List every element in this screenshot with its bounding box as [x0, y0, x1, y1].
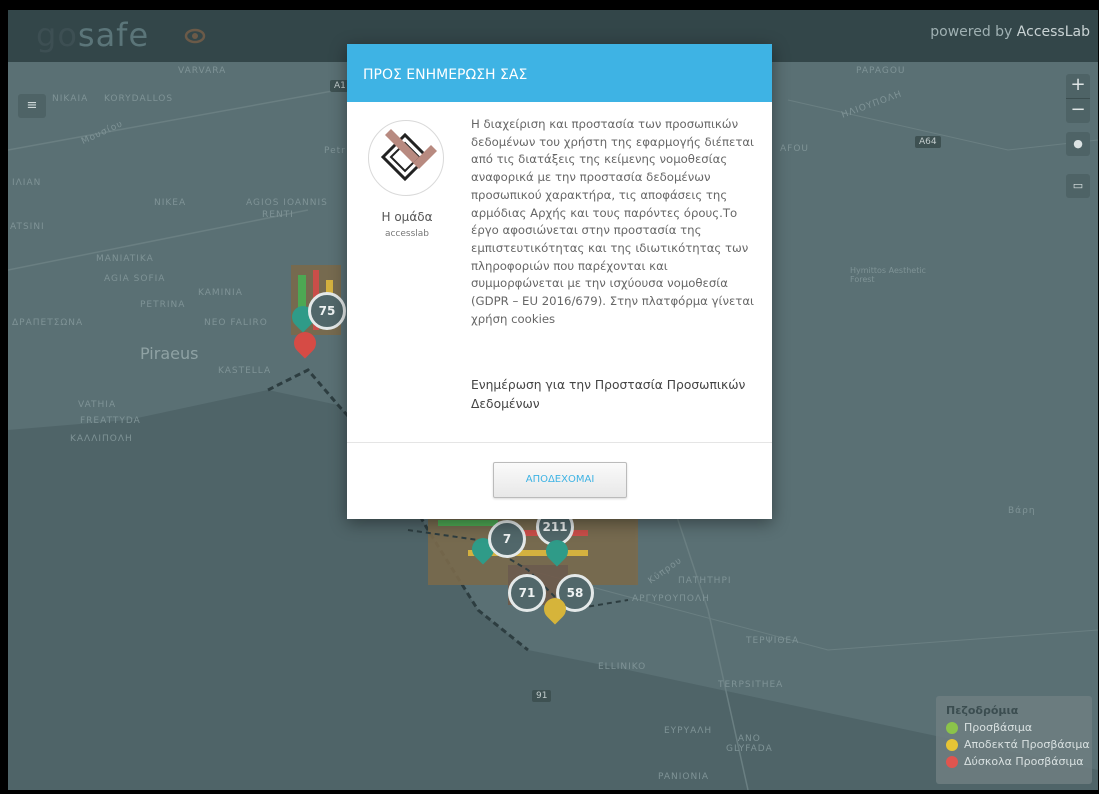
modal-title: ΠΡΟΣ ΕΝΗΜΕΡΩΣΗ ΣΑΣ [347, 44, 772, 102]
map-cluster[interactable]: 75 [308, 292, 346, 330]
layers-button[interactable]: ▭ [1066, 174, 1090, 198]
accesslab-logo-icon [368, 120, 444, 196]
map-label: ΠΑΤΗΤΗΡΙ [678, 576, 732, 586]
map-label: VATHIA [78, 400, 117, 410]
map-label: ΙΛΙΑΝ [12, 178, 42, 188]
zoom-in-button[interactable]: + [1066, 74, 1090, 98]
legend-item: Αποδεκτά Προσβάσιμα [946, 738, 1092, 755]
map-cluster[interactable]: 71 [508, 574, 546, 612]
legend-item: Προσβάσιμα [946, 721, 1092, 738]
map-label: Βάρη [1008, 506, 1036, 516]
zoom-out-button[interactable]: − [1066, 98, 1090, 123]
modal-footer: ΑΠΟΔΕΧΟΜΑΙ [347, 443, 772, 519]
map-label: ΚΑΛΛΙΠΟΛΗ [70, 434, 133, 444]
map-label: Piraeus [140, 344, 199, 363]
eye-logo-icon [184, 28, 206, 44]
powered-by: powered by AccessLab [930, 24, 1090, 40]
team-org: accesslab [384, 229, 430, 239]
map-label: VARVARA [178, 66, 227, 76]
map-label: KORYDALLOS [104, 94, 174, 104]
map-label: NIKEA [154, 198, 187, 208]
map-label: MANIATIKA [96, 254, 154, 264]
map-label: ΔΡΑΠΕΤΣΩΝΑ [12, 318, 84, 328]
gosafe-logo[interactable]: gosafe [36, 16, 149, 54]
map-cluster[interactable]: 7 [488, 520, 526, 558]
app-screen: VARVARA ΝΙΚΑΙΑ KORYDALLOS Μουσίου ΙΛΙΑΝ … [8, 10, 1098, 790]
legend-dot [946, 722, 958, 734]
accept-button[interactable]: ΑΠΟΔΕΧΟΜΑΙ [493, 462, 627, 498]
menu-button[interactable]: ≡ [18, 94, 46, 118]
privacy-policy-link[interactable]: Ενημέρωση για την Προστασία Προσωπικών Δ… [471, 376, 761, 414]
map-label: ATSINI [10, 222, 45, 232]
map-legend: Πεζοδρόμια Προσβάσιμα Αποδεκτά Προσβάσιμ… [936, 696, 1092, 784]
map-label: ΝΙΚΑΙΑ [52, 94, 89, 104]
map-label: AFOU [780, 144, 810, 154]
privacy-text: Η διαχείριση και προστασία των προσωπικώ… [471, 117, 755, 326]
team-name: Η ομάδα [381, 210, 433, 224]
modal-body: Η ομάδα accesslab Η διαχείριση και προστ… [347, 102, 772, 443]
map-label: PANIONIA [658, 772, 710, 782]
map-label: ΤΕΡΨΙΘΕΑ [746, 636, 800, 646]
map-label: Petr [324, 146, 346, 156]
map-label: PETRINA [140, 300, 186, 310]
map-label: AGIA SOFIA [104, 274, 166, 284]
map-label: KAMINIA [198, 288, 243, 298]
map-label: ELLINIKO [598, 662, 647, 672]
map-label: ΑΡΓΥΡΟΥΠΟΛΗ [632, 594, 710, 604]
map-label: RENTI [262, 210, 294, 220]
map-label: ANO GLYFADA [726, 734, 773, 754]
map-label: FREATTYDA [80, 416, 141, 426]
legend-dot [946, 756, 958, 768]
legend-dot [946, 739, 958, 751]
location-pin-button[interactable]: ● [1066, 132, 1090, 156]
legend-title: Πεζοδρόμια [946, 704, 1019, 717]
map-label: AGIOS IOANNIS [246, 198, 328, 208]
legend-item: Δύσκολα Προσβάσιμα [946, 755, 1092, 772]
map-label: KASTELLA [218, 366, 272, 376]
map-label: Hymittos Aesthetic Forest [850, 266, 926, 284]
map-label: ΕΥΡΥΑΛΗ [664, 726, 713, 736]
map-label: TERPSITHEA [718, 680, 784, 690]
zoom-control: + − [1066, 74, 1090, 123]
map-label: PAPAGOU [856, 66, 906, 76]
road-badge: A64 [915, 136, 941, 148]
road-badge: 91 [532, 690, 552, 702]
privacy-modal: ΠΡΟΣ ΕΝΗΜΕΡΩΣΗ ΣΑΣ Η ομάδα accesslab Η δ… [347, 44, 772, 519]
map-label: NEO FALIRO [204, 318, 268, 328]
